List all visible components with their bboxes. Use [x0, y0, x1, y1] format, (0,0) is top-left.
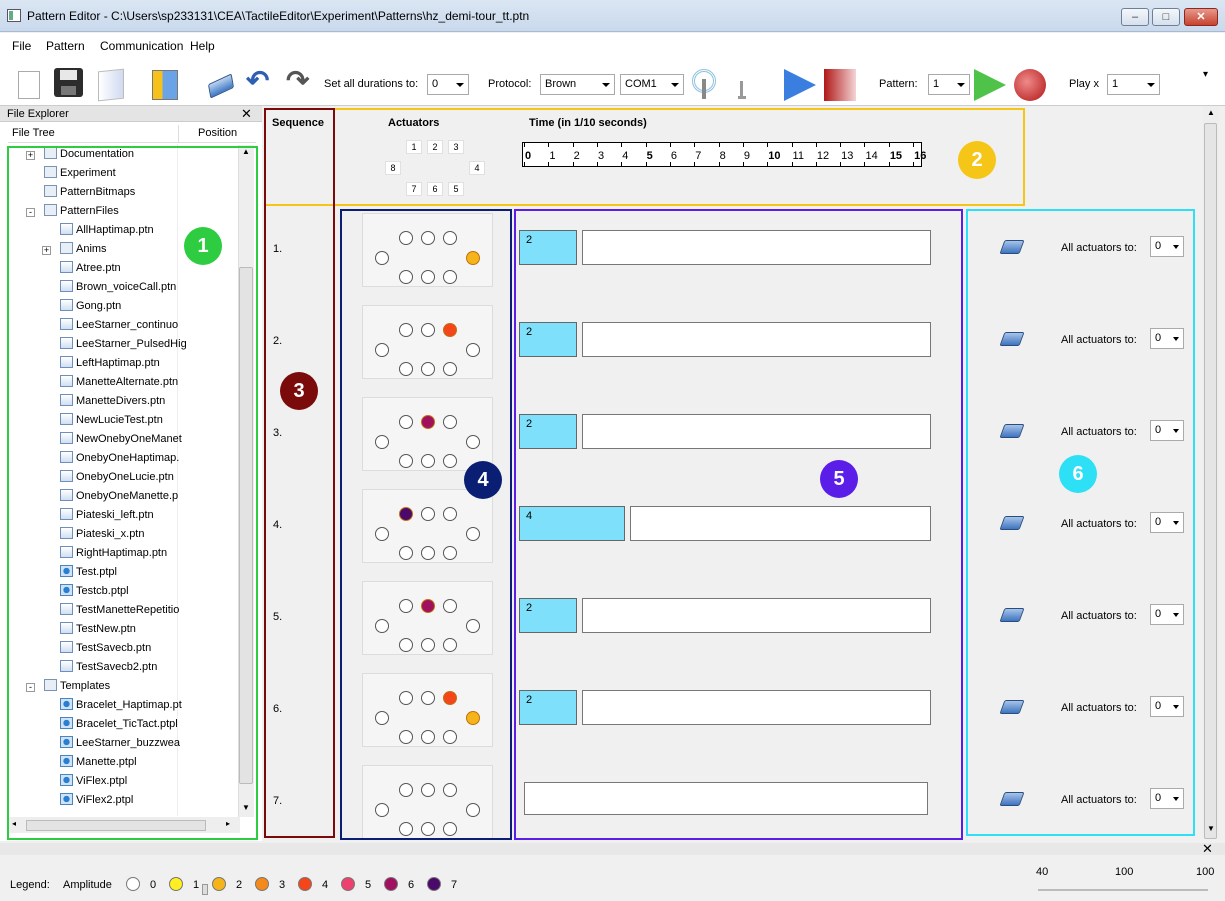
toolbar-overflow-icon[interactable]: ▾: [1203, 69, 1208, 80]
stop-icon[interactable]: [824, 69, 856, 101]
play-count-value: 1: [1112, 78, 1119, 90]
set-durations-value: 0: [432, 78, 439, 90]
section-badge: 6: [1059, 455, 1097, 493]
amplitude-level: 2: [236, 879, 243, 891]
amplitude-swatch: [169, 877, 183, 891]
app-icon: [7, 9, 21, 22]
port-select[interactable]: COM1: [620, 74, 684, 95]
protocol-select[interactable]: Brown: [540, 74, 615, 95]
legend-close-icon[interactable]: ✕: [1202, 841, 1213, 857]
section-outline: [966, 209, 1195, 836]
section-badge: 2: [958, 141, 996, 179]
minimize-button[interactable]: ‒: [1121, 8, 1149, 26]
file-explorer-close-icon[interactable]: ✕: [241, 106, 252, 122]
amplitude-swatch: [212, 877, 226, 891]
legend-panel: ✕ Legend: Amplitude 40 100 100: [0, 841, 1225, 901]
connect-icon[interactable]: [690, 69, 718, 99]
eraser-icon[interactable]: [207, 73, 235, 99]
legend-label: Legend:: [10, 879, 50, 891]
menu-pattern[interactable]: Pattern: [46, 39, 85, 53]
close-window-button[interactable]: ✕: [1184, 8, 1218, 26]
menu-communication[interactable]: Communication: [100, 39, 183, 53]
set-durations-select[interactable]: 0: [427, 74, 469, 95]
section-badge: 4: [464, 461, 502, 499]
redo-icon[interactable]: ↷: [286, 67, 316, 95]
amplitude-swatch: [427, 877, 441, 891]
new-file-icon[interactable]: [18, 71, 40, 99]
editor-vscrollbar[interactable]: ▲ ▼: [1203, 106, 1219, 839]
toolbar: ↶ ↷ Set all durations to: 0 Protocol: Br…: [0, 57, 1225, 106]
file-explorer-header: File Explorer ✕: [0, 106, 262, 122]
menu-help[interactable]: Help: [190, 39, 215, 53]
menu-file[interactable]: File: [12, 39, 31, 53]
pattern-select[interactable]: 1: [928, 74, 970, 95]
menu-bar: File Pattern Communication Help: [0, 33, 1225, 57]
protocol-value: Brown: [545, 78, 577, 90]
window-title: Pattern Editor - C:\Users\sp233131\CEA\T…: [27, 9, 530, 23]
pattern-value: 1: [933, 78, 940, 90]
play-count-label: Play x: [1069, 78, 1099, 90]
title-bar: Pattern Editor - C:\Users\sp233131\CEA\T…: [0, 0, 1225, 32]
play-count-select[interactable]: 1: [1107, 74, 1160, 95]
slider-mid-label: 100: [1115, 866, 1134, 878]
amplitude-swatch: [341, 877, 355, 891]
amplitude-swatch: [126, 877, 140, 891]
open-file-icon[interactable]: [98, 68, 124, 102]
protocol-label: Protocol:: [488, 78, 532, 90]
amplitude-level: 4: [322, 879, 329, 891]
amplitude-swatch: [298, 877, 312, 891]
section-outline: [264, 108, 335, 838]
speed-slider-track[interactable]: [1038, 889, 1208, 891]
slider-min-label: 40: [1036, 866, 1049, 878]
amplitude-level: 1: [193, 879, 200, 891]
section-badge: 5: [820, 460, 858, 498]
speed-slider-thumb[interactable]: [202, 884, 208, 895]
set-durations-label: Set all durations to:: [324, 78, 419, 90]
slider-max-label: 100: [1196, 866, 1215, 878]
amplitude-level: 6: [408, 879, 415, 891]
section-outline: [264, 108, 1025, 206]
pattern-label: Pattern:: [879, 78, 918, 90]
file-explorer-title: File Explorer: [7, 108, 69, 120]
port-value: COM1: [625, 78, 657, 90]
amplitude-swatch: [384, 877, 398, 891]
amplitude-label: Amplitude: [63, 879, 112, 891]
section-outline: [514, 209, 963, 840]
file-tree-column-header: File Tree Position: [8, 125, 256, 143]
amplitude-level: 3: [279, 879, 286, 891]
column-position[interactable]: Position: [198, 127, 237, 139]
section-badge: 3: [280, 372, 318, 410]
section-outline: [340, 209, 512, 840]
save-icon[interactable]: [54, 68, 83, 97]
undo-icon[interactable]: ↶: [246, 67, 276, 95]
amplitude-level: 0: [150, 879, 157, 891]
amplitude-level: 7: [451, 879, 458, 891]
amplitude-level: 5: [365, 879, 372, 891]
play-pattern-icon[interactable]: [974, 69, 1006, 101]
amplitude-swatch: [255, 877, 269, 891]
column-file-tree[interactable]: File Tree: [12, 127, 55, 139]
record-icon[interactable]: [1014, 69, 1046, 101]
disconnect-icon[interactable]: [738, 81, 746, 101]
play-icon[interactable]: [784, 69, 816, 101]
save-as-icon[interactable]: [150, 68, 180, 100]
maximize-button[interactable]: □: [1152, 8, 1180, 26]
section-badge: 1: [184, 227, 222, 265]
